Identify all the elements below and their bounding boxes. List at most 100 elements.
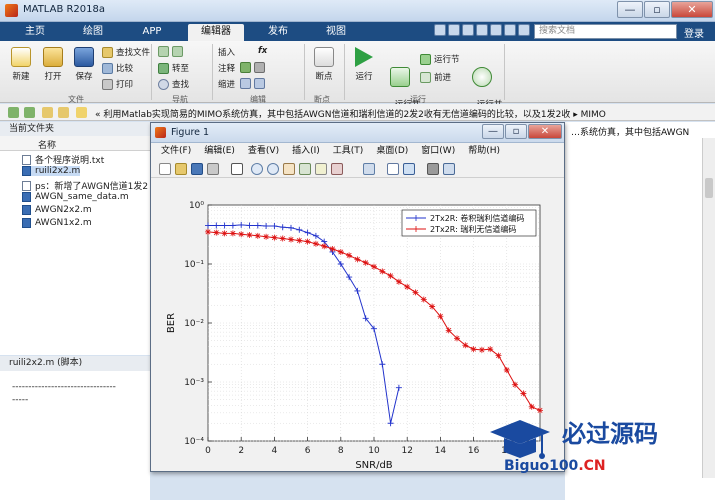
- menu-window[interactable]: 窗口(W): [421, 144, 455, 159]
- data-point: [362, 259, 369, 266]
- save-button[interactable]: 保存: [69, 47, 99, 82]
- tab-editor[interactable]: 编辑器: [188, 24, 244, 41]
- comment-tools[interactable]: [240, 62, 268, 73]
- stopwatch-icon: [472, 67, 492, 87]
- figure-maximize-button[interactable]: ▫: [505, 124, 527, 139]
- current-folder-path[interactable]: « 利用Matlab实现简易的MIMO系统仿真，其中包括AWGN信道和瑞利信道的…: [95, 107, 606, 120]
- name-column-header[interactable]: 名称: [38, 138, 56, 151]
- data-point: [288, 236, 294, 243]
- data-point: [387, 272, 394, 279]
- insert-button[interactable]: 插入: [218, 46, 235, 58]
- open-file-icon[interactable]: [175, 163, 187, 175]
- data-cursor-icon[interactable]: [315, 163, 327, 175]
- tab-view[interactable]: 视图: [320, 24, 352, 41]
- ribbon-divider: [504, 44, 505, 100]
- run-icon: [355, 47, 373, 67]
- print-button[interactable]: 打印: [102, 78, 133, 90]
- menu-tools[interactable]: 工具(T): [333, 144, 364, 159]
- scrollbar-thumb[interactable]: [705, 178, 713, 198]
- cut-icon[interactable]: [448, 24, 460, 36]
- tab-home[interactable]: 主页: [20, 24, 50, 41]
- compare-button[interactable]: 比较: [102, 62, 133, 74]
- tab-plots[interactable]: 绘图: [78, 24, 108, 41]
- zoom-out-icon[interactable]: [267, 163, 279, 175]
- list-item[interactable]: ruili2x2.m: [22, 166, 81, 176]
- new-figure-icon[interactable]: [159, 163, 171, 175]
- open-button[interactable]: 打开: [38, 47, 68, 82]
- back-forward-buttons[interactable]: [158, 46, 186, 57]
- list-item[interactable]: ps：新增了AWGN信道1发2: [22, 179, 148, 192]
- figure-title-bar[interactable]: Figure 1 — ▫ ✕: [151, 123, 564, 143]
- run-button[interactable]: 运行: [350, 47, 378, 82]
- current-folder-address-bar: « 利用Matlab实现简易的MIMO系统仿真，其中包括AWGN信道和瑞利信道的…: [0, 104, 715, 121]
- insert-colorbar-icon[interactable]: [387, 163, 399, 175]
- uncomment-icon: [254, 62, 265, 73]
- menu-help[interactable]: 帮助(H): [468, 144, 500, 159]
- indent-tools[interactable]: [240, 78, 268, 89]
- data-point: [454, 335, 460, 342]
- x-tick-label: 4: [272, 446, 278, 456]
- rotate-3d-icon[interactable]: [299, 163, 311, 175]
- figure-minimize-button[interactable]: —: [482, 124, 504, 139]
- browse-folder-icon[interactable]: [58, 107, 69, 118]
- fx-button[interactable]: fx: [258, 46, 267, 56]
- new-button[interactable]: 新建: [6, 47, 36, 82]
- list-item[interactable]: AWGN_same_data.m: [22, 192, 129, 202]
- help-icon[interactable]: [518, 24, 530, 36]
- menu-insert[interactable]: 插入(I): [292, 144, 320, 159]
- hide-plot-tools-icon[interactable]: [427, 163, 439, 175]
- run-section-button[interactable]: 运行节: [420, 53, 460, 65]
- goto-icon: [158, 62, 169, 74]
- save-figure-icon[interactable]: [191, 163, 203, 175]
- print-figure-icon[interactable]: [207, 163, 219, 175]
- figure-menu-bar: 文件(F) 编辑(E) 查看(V) 插入(I) 工具(T) 桌面(D) 窗口(W…: [151, 144, 564, 159]
- indent-button[interactable]: 缩进: [218, 78, 235, 90]
- maximize-button[interactable]: ▫: [644, 1, 670, 18]
- find-button[interactable]: 查找: [158, 78, 189, 90]
- menu-file[interactable]: 文件(F): [161, 144, 191, 159]
- x-tick-label: 6: [305, 446, 311, 456]
- forward-nav-icon[interactable]: [24, 107, 35, 118]
- list-item[interactable]: AWGN2x2.m: [22, 205, 92, 215]
- edit-plot-icon[interactable]: [231, 163, 243, 175]
- find-files-button[interactable]: 查找文件: [102, 46, 150, 58]
- forward-icon: [172, 46, 183, 57]
- save-small-icon[interactable]: [434, 24, 446, 36]
- insert-legend-icon[interactable]: [403, 163, 415, 175]
- paste-icon[interactable]: [476, 24, 488, 36]
- tab-publish[interactable]: 发布: [262, 24, 294, 41]
- back-nav-icon[interactable]: [8, 107, 19, 118]
- show-plot-tools-icon[interactable]: [443, 163, 455, 175]
- figure-title: Figure 1: [171, 127, 210, 138]
- menu-view[interactable]: 查看(V): [248, 144, 279, 159]
- matlab-logo-icon: [5, 4, 18, 17]
- menu-edit[interactable]: 编辑(E): [204, 144, 235, 159]
- login-link[interactable]: 登录: [684, 25, 704, 40]
- undo-icon[interactable]: [490, 24, 502, 36]
- list-item[interactable]: 各个程序说明.txt: [22, 153, 104, 166]
- figure-toolbar: [151, 160, 564, 178]
- list-item[interactable]: AWGN1x2.m: [22, 218, 92, 228]
- data-point: [321, 243, 328, 250]
- copy-icon[interactable]: [462, 24, 474, 36]
- legend-label: 2Tx2R: 卷积瑞利信道编码: [430, 213, 524, 223]
- close-button[interactable]: ✕: [671, 1, 713, 18]
- breakpoints-button[interactable]: 断点: [308, 47, 340, 82]
- tab-apps[interactable]: APP: [136, 24, 168, 41]
- pan-icon[interactable]: [283, 163, 295, 175]
- advance-button[interactable]: 前进: [420, 71, 451, 83]
- goto-button[interactable]: 转至: [158, 62, 189, 74]
- current-folder-column-header[interactable]: 名称: [0, 136, 150, 151]
- link-plot-icon[interactable]: [363, 163, 375, 175]
- comment-button[interactable]: 注释: [218, 62, 235, 74]
- figure-close-button[interactable]: ✕: [528, 124, 562, 139]
- redo-icon[interactable]: [504, 24, 516, 36]
- brush-icon[interactable]: [331, 163, 343, 175]
- comment-icon: [240, 62, 251, 73]
- up-folder-icon[interactable]: [42, 107, 53, 118]
- documentation-search-input[interactable]: 搜索文档: [534, 24, 677, 39]
- minimize-button[interactable]: —: [617, 1, 643, 18]
- menu-desktop[interactable]: 桌面(D): [376, 144, 408, 159]
- zoom-in-icon[interactable]: [251, 163, 263, 175]
- data-point: [512, 381, 519, 388]
